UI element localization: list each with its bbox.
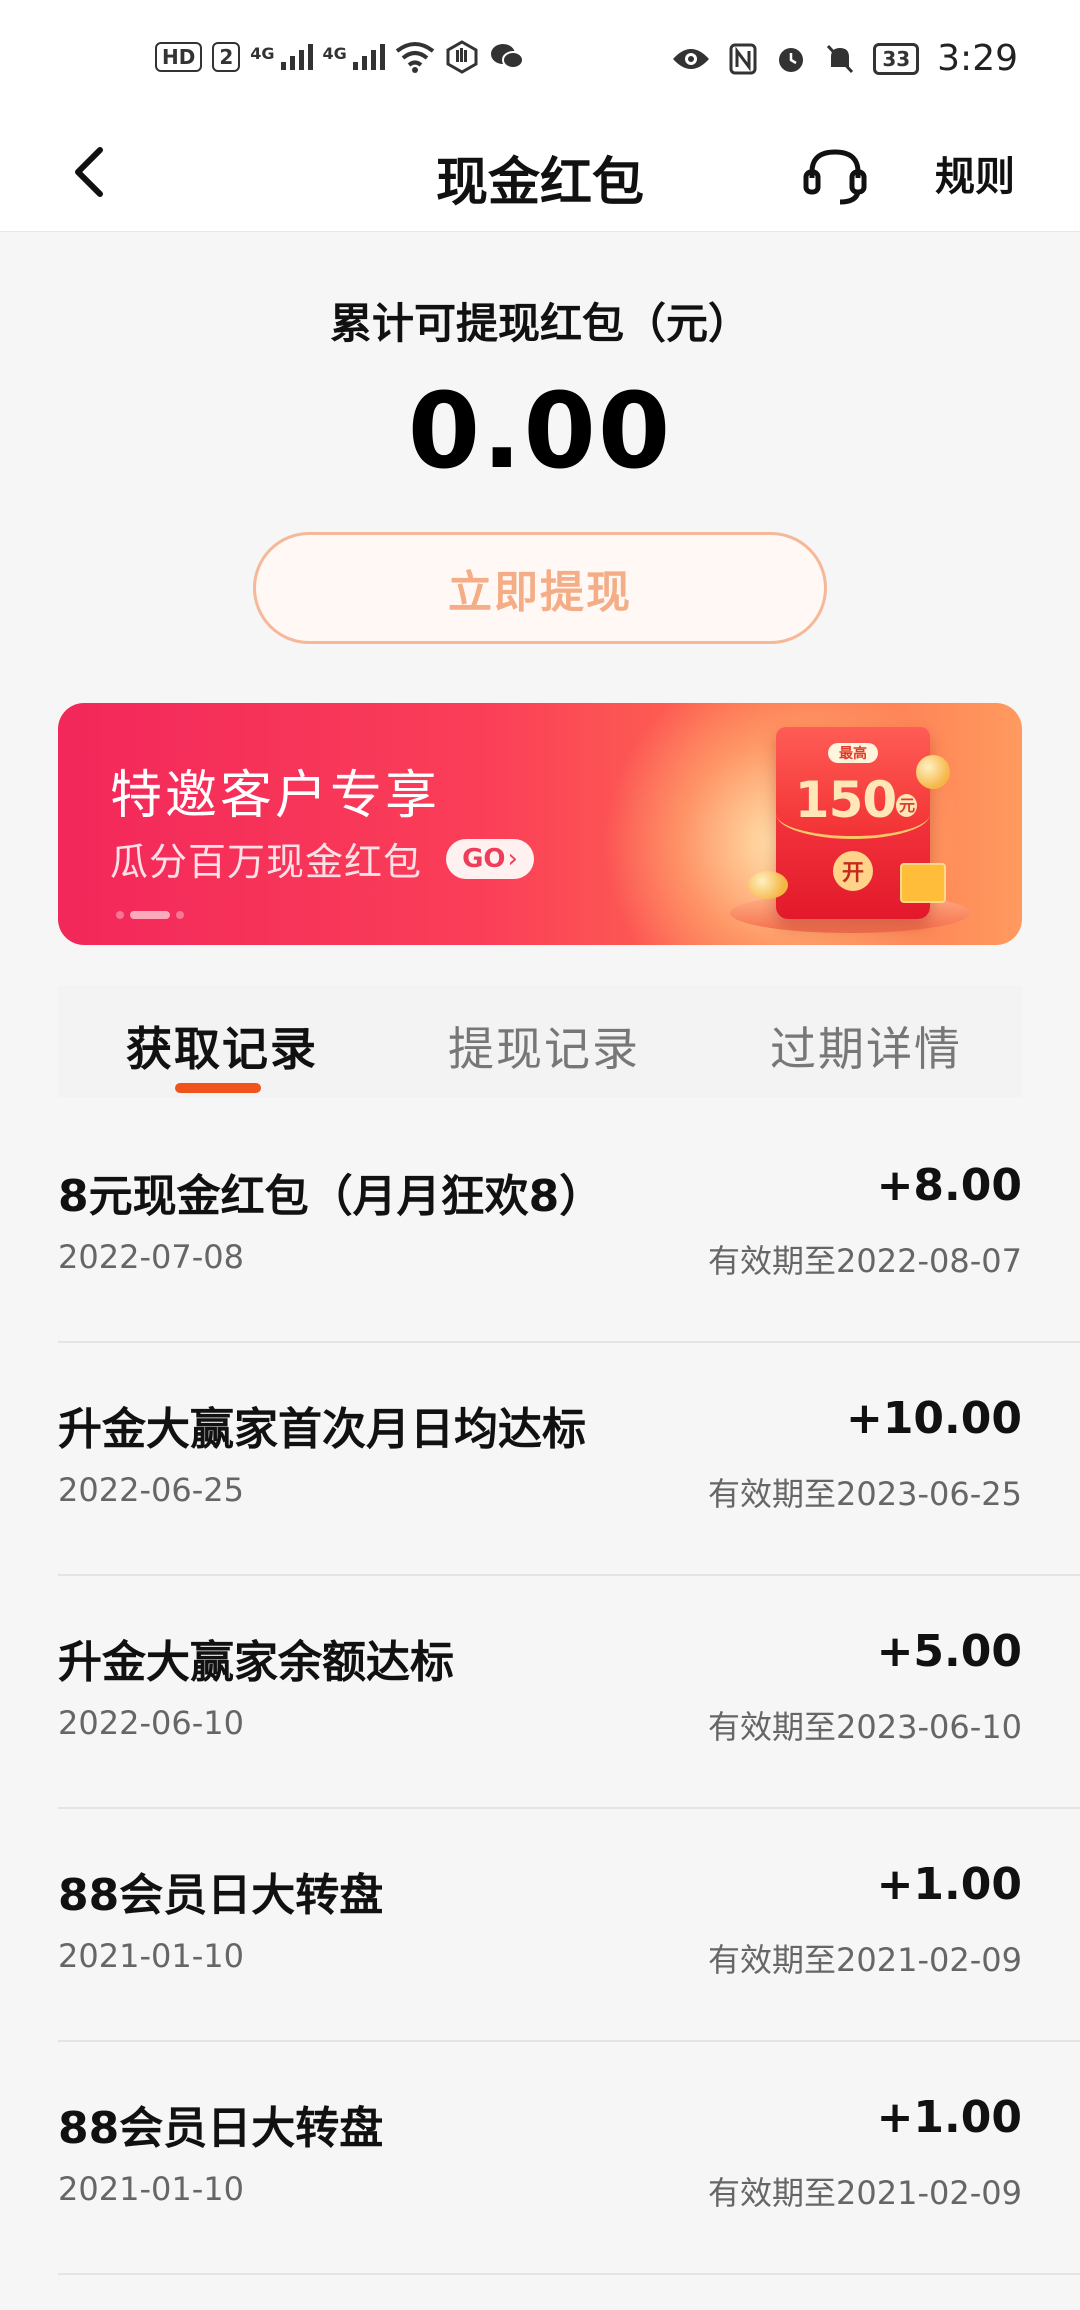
battery-icon: 33 xyxy=(873,42,920,75)
headset-icon xyxy=(803,149,867,205)
banner-go-button[interactable]: GO › xyxy=(446,839,534,879)
network-label: 4G xyxy=(322,44,347,63)
rules-link[interactable]: 规则 xyxy=(935,144,1015,202)
status-bar-right: 33 3:29 xyxy=(671,38,1018,79)
carousel-indicator xyxy=(116,911,184,919)
record-amount: +1.00 xyxy=(876,2092,1022,2143)
gift-icon xyxy=(900,863,946,903)
record-title: 8元现金红包（月月狂欢8） xyxy=(58,1171,604,1222)
withdraw-button[interactable]: 立即提现 xyxy=(253,532,827,644)
record-amount: +10.00 xyxy=(845,1393,1022,1444)
hd-badge: HD xyxy=(155,42,203,72)
wifi-icon xyxy=(395,42,435,73)
page-title: 现金红包 xyxy=(435,153,644,213)
mute-bell-icon xyxy=(827,44,854,73)
status-time: 3:29 xyxy=(937,38,1018,79)
envelope-open-button: 开 xyxy=(833,851,873,891)
envelope-amount-value: 150 xyxy=(794,771,897,829)
record-title: 升金大赢家首次月日均达标 xyxy=(58,1404,586,1455)
tab-expired-details[interactable]: 过期详情 xyxy=(770,1013,962,1079)
customer-service-button[interactable] xyxy=(800,140,870,210)
coin-icon xyxy=(916,755,950,789)
chevron-left-icon xyxy=(75,147,103,197)
list-item[interactable]: 升金大赢家首次月日均达标 2022-06-25 +10.00 有效期至2023-… xyxy=(58,1343,1080,1576)
tab-withdraw-records[interactable]: 提现记录 xyxy=(448,1013,640,1079)
record-expiry: 有效期至2023-06-10 xyxy=(708,1708,1022,1746)
record-list: 8元现金红包（月月狂欢8） 2022-07-08 +8.00 有效期至2022-… xyxy=(58,1110,1080,2275)
record-title: 88会员日大转盘 xyxy=(58,1870,384,1921)
tab-acquire-records[interactable]: 获取记录 xyxy=(126,1013,318,1079)
active-tab-indicator xyxy=(175,1083,261,1093)
record-date: 2022-07-08 xyxy=(58,1238,244,1276)
envelope-max-label: 最高 xyxy=(828,743,878,763)
record-tabs: 获取记录 提现记录 过期详情 xyxy=(58,985,1022,1097)
record-expiry: 有效期至2021-02-09 xyxy=(708,1941,1022,1979)
record-title: 88会员日大转盘 xyxy=(58,2103,384,2154)
balance-value: 0.00 xyxy=(407,370,673,492)
record-date: 2022-06-25 xyxy=(58,1471,244,1509)
promo-banner[interactable]: 特邀客户专享 瓜分百万现金红包 GO › 最高 150 元 开 xyxy=(58,703,1022,945)
coin-icon xyxy=(748,871,788,899)
list-item[interactable]: 升金大赢家余额达标 2022-06-10 +5.00 有效期至2023-06-1… xyxy=(58,1576,1080,1809)
status-bar: HD 2 4G 4G 33 3:29 xyxy=(0,0,1080,120)
network-label: 4G xyxy=(250,44,275,63)
banner-subtitle: 瓜分百万现金红包 xyxy=(110,840,423,884)
signal-icon: 4G xyxy=(250,44,313,70)
record-title: 升金大赢家余额达标 xyxy=(58,1637,454,1688)
status-bar-left: HD 2 4G 4G xyxy=(155,40,525,74)
nfc-icon xyxy=(729,43,757,74)
list-item[interactable]: 88会员日大转盘 2021-01-10 +1.00 有效期至2021-02-09 xyxy=(58,1809,1080,2042)
back-button[interactable] xyxy=(62,142,122,202)
eye-icon xyxy=(673,48,710,69)
record-expiry: 有效期至2021-02-09 xyxy=(708,2174,1022,2212)
hand-icon xyxy=(446,40,478,74)
record-expiry: 有效期至2022-08-07 xyxy=(708,1242,1022,1280)
record-date: 2022-06-10 xyxy=(58,1704,244,1742)
go-label: GO xyxy=(462,844,506,874)
record-amount: +5.00 xyxy=(876,1626,1022,1677)
alarm-icon xyxy=(779,47,804,72)
record-amount: +1.00 xyxy=(876,1859,1022,1910)
wechat-icon xyxy=(490,44,524,69)
list-item[interactable]: 8元现金红包（月月狂欢8） 2022-07-08 +8.00 有效期至2022-… xyxy=(58,1110,1080,1343)
nav-header: 现金红包 规则 xyxy=(0,120,1080,232)
envelope-unit: 元 xyxy=(896,793,918,817)
record-date: 2021-01-10 xyxy=(58,1937,244,1975)
record-date: 2021-01-10 xyxy=(58,2170,244,2208)
sim-badge: 2 xyxy=(212,42,241,72)
balance-label: 累计可提现红包（元） xyxy=(329,299,750,348)
list-item[interactable]: 88会员日大转盘 2021-01-10 +1.00 有效期至2021-02-09 xyxy=(58,2042,1080,2275)
signal-icon: 4G xyxy=(323,44,385,70)
chevron-right-icon: › xyxy=(507,844,518,874)
banner-title: 特邀客户专享 xyxy=(110,766,441,826)
envelope-amount: 150 元 xyxy=(786,771,926,829)
record-amount: +8.00 xyxy=(876,1160,1022,1211)
record-expiry: 有效期至2023-06-25 xyxy=(708,1475,1022,1513)
